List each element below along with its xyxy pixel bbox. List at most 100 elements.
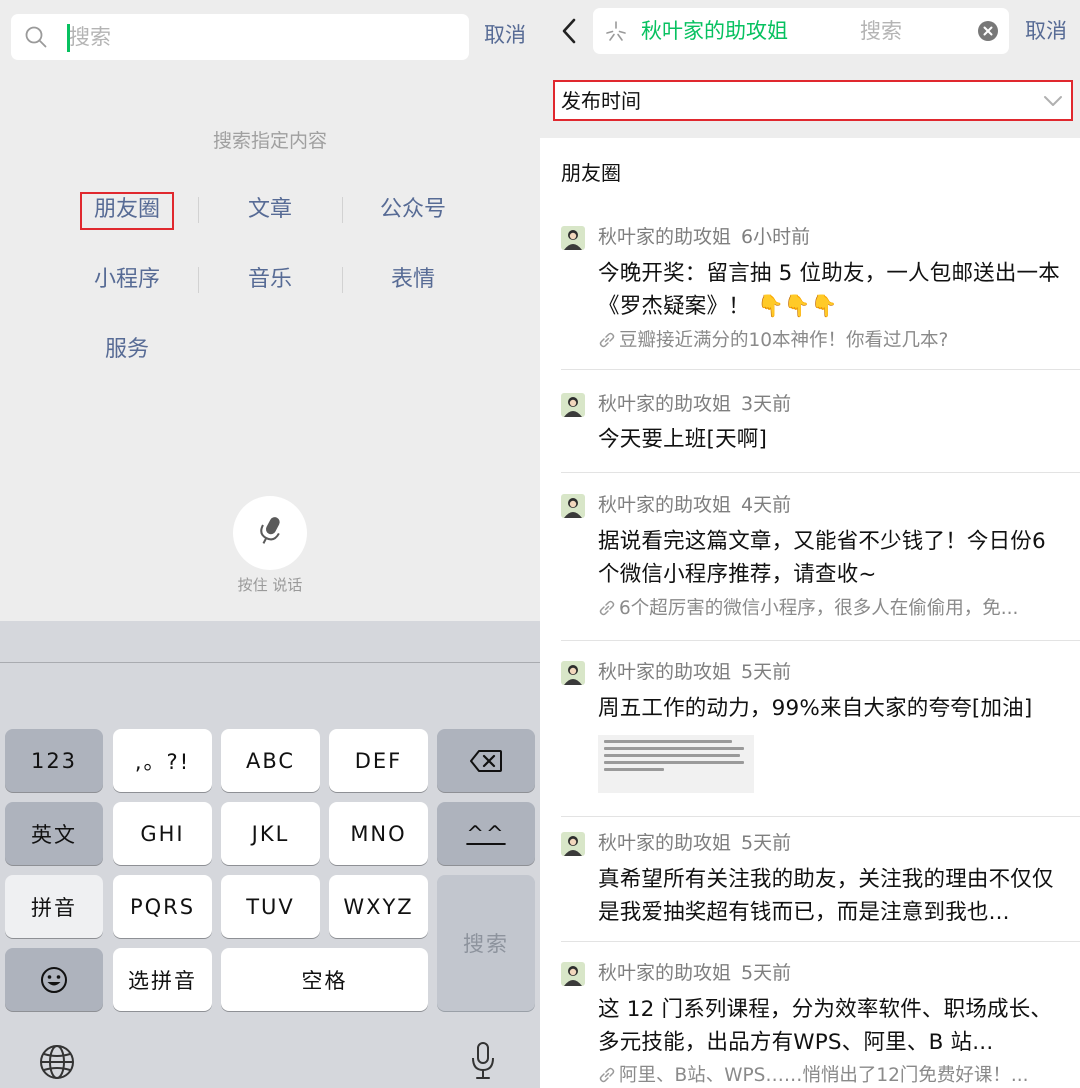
- category-music[interactable]: 音乐: [210, 263, 330, 297]
- search-keyword: 秋叶家的助攻姐: [641, 19, 788, 43]
- post-time: 6小时前: [741, 226, 811, 248]
- avatar: [561, 661, 585, 685]
- search-icon: [25, 26, 47, 48]
- post-time: 4天前: [741, 494, 792, 516]
- post-text: 这 12 门系列课程，分为效率软件、职场成长、多元技能，出品方有WPS、阿里、B…: [598, 997, 1053, 1055]
- post-author: 秋叶家的助攻姐: [598, 494, 732, 516]
- moments-post[interactable]: 秋叶家的助攻姐 5天前 这 12 门系列课程，分为效率软件、职场成长、多元技能，出…: [540, 960, 1080, 1088]
- post-link-title: 豆瓣接近满分的10本神作！你看过几本?: [619, 330, 949, 351]
- divider: [198, 197, 199, 223]
- back-arrow-icon[interactable]: [558, 16, 582, 46]
- post-text: 真希望所有关注我的助友，关注我的理由不仅仅是我爱抽奖超有钱而已，而是注意到我也.…: [598, 867, 1054, 925]
- post-author: 秋叶家的助攻姐: [598, 226, 732, 248]
- post-time: 5天前: [741, 962, 792, 984]
- post-author: 秋叶家的助攻姐: [598, 661, 732, 683]
- moments-post[interactable]: 秋叶家的助攻姐 5天前 真希望所有关注我的助友，关注我的理由不仅仅是我爱抽奖超有钱…: [540, 830, 1080, 930]
- key-abc[interactable]: ABC: [221, 729, 320, 792]
- left-search-panel: 搜索 取消 搜索指定内容 朋友圈 文章 公众号 小程序 音乐 表情 服务 按住 …: [0, 0, 540, 1088]
- avatar: [561, 832, 585, 856]
- key-tuv[interactable]: TUV: [221, 875, 320, 938]
- key-backspace[interactable]: [437, 729, 535, 792]
- divider: [561, 640, 1080, 641]
- avatar: [561, 494, 585, 518]
- key-jkl[interactable]: JKL: [221, 802, 320, 865]
- avatar: [561, 962, 585, 986]
- filter-label: 发布时间: [561, 89, 641, 113]
- category-articles[interactable]: 文章: [210, 193, 330, 227]
- divider: [561, 941, 1080, 942]
- category-moments[interactable]: 朋友圈: [67, 193, 187, 227]
- moments-post[interactable]: 秋叶家的助攻姐 5天前 周五工作的动力，99%来自大家的夸夸[加油]: [540, 659, 1080, 809]
- section-title: 朋友圈: [561, 161, 621, 185]
- post-time: 5天前: [741, 832, 792, 854]
- category-official-accounts[interactable]: 公众号: [353, 193, 473, 227]
- divider: [342, 267, 343, 293]
- search-scope-hint: 搜索指定内容: [212, 130, 327, 152]
- hold-to-talk-button[interactable]: [233, 496, 307, 570]
- keyboard-candidate-divider: [0, 662, 540, 663]
- microphone-icon: [260, 517, 280, 544]
- key-pqrs[interactable]: PQRS: [113, 875, 212, 938]
- divider: [561, 816, 1080, 817]
- post-text: 据说看完这篇文章，又能省不少钱了！今日份6个微信小程序推荐，请查收~: [598, 529, 1046, 587]
- key-punctuation[interactable]: ,。?!: [113, 729, 212, 792]
- search-placeholder: 搜索: [69, 25, 111, 49]
- divider: [561, 472, 1080, 473]
- right-results-panel: 秋叶家的助攻姐 搜索 取消 发布时间 朋友圈 秋叶家的助攻姐 6小时前 今晚开奖：…: [540, 0, 1080, 1088]
- key-english[interactable]: 英文: [5, 802, 103, 865]
- avatar: [561, 393, 585, 417]
- search-placeholder: 搜索: [860, 19, 902, 43]
- link-icon: [599, 1067, 615, 1083]
- cancel-button[interactable]: 取消: [1025, 16, 1067, 46]
- post-time: 3天前: [741, 393, 792, 415]
- moments-post[interactable]: 秋叶家的助攻姐 6小时前 今晚开奖：留言抽 5 位助友，一人包邮送出一本《罗杰疑案…: [540, 224, 1080, 364]
- link-icon: [599, 600, 615, 616]
- dictation-mic-icon[interactable]: [469, 1041, 497, 1081]
- chevron-down-icon: [1044, 96, 1062, 106]
- post-image-thumbnail[interactable]: [598, 735, 754, 793]
- post-author: 秋叶家的助攻姐: [598, 832, 732, 854]
- key-select-pinyin[interactable]: 选拼音: [113, 948, 212, 1011]
- post-link-title: 6个超厉害的微信小程序，很多人在偷偷用，免...: [619, 598, 1019, 619]
- post-link-title: 阿里、B站、WPS……悄悄出了12门免费好课！...: [619, 1065, 1029, 1086]
- key-def[interactable]: DEF: [329, 729, 428, 792]
- emoji-icon: [41, 966, 67, 993]
- sparkle-icon: [606, 21, 626, 41]
- cancel-button[interactable]: 取消: [484, 20, 526, 50]
- key-emoji[interactable]: [5, 948, 103, 1011]
- category-mini-programs[interactable]: 小程序: [67, 263, 187, 297]
- clear-icon: [983, 26, 993, 36]
- moments-post[interactable]: 秋叶家的助攻姐 4天前 据说看完这篇文章，又能省不少钱了！今日份6个微信小程序推荐…: [540, 492, 1080, 632]
- results-header: 秋叶家的助攻姐 搜索 取消 发布时间: [540, 0, 1080, 138]
- key-search[interactable]: 搜索: [437, 875, 535, 1011]
- key-space[interactable]: 空格: [221, 948, 428, 1011]
- key-ghi[interactable]: GHI: [113, 802, 212, 865]
- post-text: 周五工作的动力，99%来自大家的夸夸[加油]: [598, 696, 1033, 721]
- clear-input-button[interactable]: [978, 21, 998, 41]
- hold-to-talk-label: 按住 说话: [237, 576, 303, 594]
- keyword-search-field[interactable]: 秋叶家的助攻姐 搜索: [593, 8, 1009, 54]
- avatar: [561, 226, 585, 250]
- publish-time-filter[interactable]: 发布时间: [553, 80, 1073, 121]
- search-input[interactable]: 搜索: [11, 14, 469, 60]
- key-mno[interactable]: MNO: [329, 802, 428, 865]
- backspace-icon: [470, 749, 502, 772]
- post-text: 今天要上班[天啊]: [598, 427, 768, 452]
- post-author: 秋叶家的助攻姐: [598, 393, 732, 415]
- divider: [198, 267, 199, 293]
- post-link[interactable]: 豆瓣接近满分的10本神作！你看过几本?: [598, 328, 1062, 354]
- globe-icon[interactable]: [39, 1044, 75, 1080]
- post-link[interactable]: 阿里、B站、WPS……悄悄出了12门免费好课！...: [598, 1063, 1062, 1088]
- key-pinyin[interactable]: 拼音: [5, 875, 103, 938]
- post-author: 秋叶家的助攻姐: [598, 962, 732, 984]
- category-services[interactable]: 服务: [67, 333, 187, 367]
- key-123[interactable]: 123: [5, 729, 103, 792]
- divider: [561, 369, 1080, 370]
- key-kaomoji[interactable]: ^^: [437, 802, 535, 865]
- category-stickers[interactable]: 表情: [353, 263, 473, 297]
- post-link[interactable]: 6个超厉害的微信小程序，很多人在偷偷用，免...: [598, 596, 1062, 622]
- link-icon: [599, 332, 615, 348]
- moments-post[interactable]: 秋叶家的助攻姐 3天前 今天要上班[天啊]: [540, 391, 1080, 461]
- divider: [342, 197, 343, 223]
- key-wxyz[interactable]: WXYZ: [329, 875, 428, 938]
